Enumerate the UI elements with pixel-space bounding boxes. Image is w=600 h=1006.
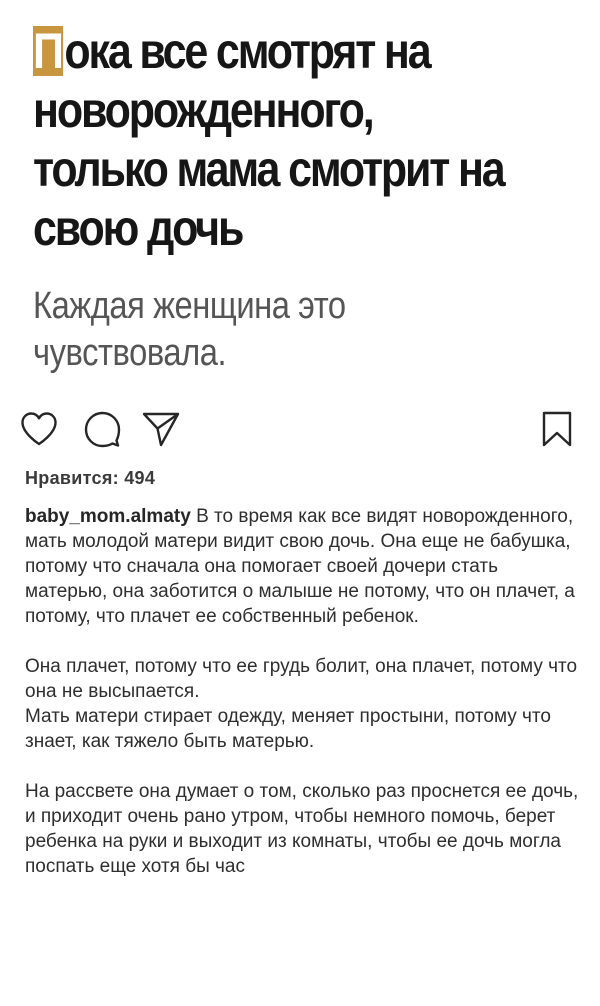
post-action-bar (0, 406, 600, 456)
bookmark-outline-icon (542, 411, 572, 447)
heart-outline-icon (21, 412, 57, 446)
comment-bubble-icon (84, 411, 121, 448)
post-image[interactable]: Пока все смотрят на новорожденного, толь… (0, 0, 600, 400)
caption-paragraph: Она плачет, потому что ее грудь болит, о… (25, 656, 578, 702)
post-image-headline: Пока все смотрят на новорожденного, толь… (33, 22, 515, 258)
caption-paragraph: baby_mom.almaty В то время как все видят… (25, 504, 585, 629)
likes-count[interactable]: Нравится: 494 (25, 468, 155, 489)
caption-paragraph: На рассвете она думает о том, сколько ра… (25, 781, 579, 877)
like-button[interactable] (16, 406, 62, 452)
headline-accent-letter: П (33, 23, 64, 79)
save-button[interactable] (534, 406, 580, 452)
post-caption: baby_mom.almaty В то время как все видят… (25, 504, 585, 879)
headline-text: ока все смотрят на новорожденного, тольк… (33, 23, 506, 256)
caption-paragraph: Мать матери стирает одежду, меняет прост… (25, 706, 551, 752)
post-image-subheadline: Каждая женщина это чувствовала. (33, 285, 346, 374)
caption-username[interactable]: baby_mom.almaty (25, 506, 191, 527)
paper-plane-icon (142, 412, 180, 447)
comment-button[interactable] (79, 406, 125, 452)
share-button[interactable] (138, 406, 184, 452)
